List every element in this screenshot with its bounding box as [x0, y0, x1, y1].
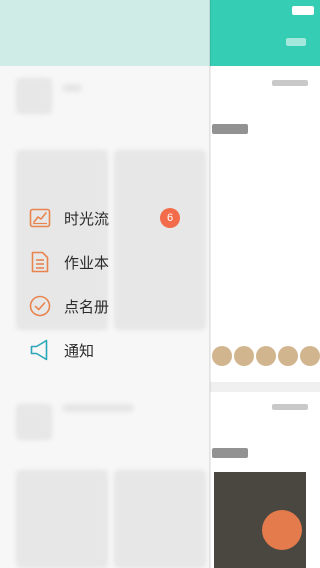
- menu-item-label: 时光流: [64, 209, 110, 228]
- menu-item-label: 作业本: [64, 253, 110, 272]
- avatar: [278, 346, 298, 366]
- menu-item-label: 点名册: [64, 297, 110, 316]
- add-post-button[interactable]: [262, 510, 302, 550]
- menu-item-roll-call[interactable]: 点名册: [0, 286, 210, 326]
- battery-icon: [292, 6, 314, 15]
- unread-badge: 6: [160, 208, 180, 228]
- document-icon: [28, 250, 52, 274]
- drawer-blurred-header: [0, 0, 210, 66]
- header-action-button[interactable]: [286, 38, 306, 46]
- drawer-edge: [209, 0, 211, 568]
- avatar: [300, 346, 320, 366]
- blurred-avatar: [16, 78, 52, 114]
- blurred-avatar: [16, 404, 52, 440]
- feed-avatar-row: [212, 346, 320, 366]
- feed-card[interactable]: [210, 140, 320, 340]
- menu-item-homework[interactable]: 作业本: [0, 242, 210, 282]
- feed-post-title: [212, 124, 248, 134]
- feed-post-title: [212, 448, 248, 458]
- avatar: [256, 346, 276, 366]
- menu-item-notice[interactable]: 通知: [0, 330, 210, 370]
- feed-divider: [210, 382, 320, 392]
- menu-item-label: 通知: [64, 341, 95, 360]
- blurred-photo: [16, 470, 108, 568]
- check-circle-icon: [28, 294, 52, 318]
- feed-timestamp: [272, 404, 308, 410]
- blurred-photo: [114, 470, 206, 568]
- avatar: [234, 346, 254, 366]
- blurred-text: [62, 404, 134, 412]
- avatar: [212, 346, 232, 366]
- menu-item-timeline[interactable]: 时光流 6: [0, 198, 210, 238]
- blurred-text: [62, 84, 82, 92]
- speaker-icon: [28, 338, 52, 362]
- feed-timestamp: [272, 80, 308, 86]
- side-drawer: 时光流 6 作业本 点名册 通知: [0, 0, 210, 568]
- chart-frame-icon: [28, 206, 52, 230]
